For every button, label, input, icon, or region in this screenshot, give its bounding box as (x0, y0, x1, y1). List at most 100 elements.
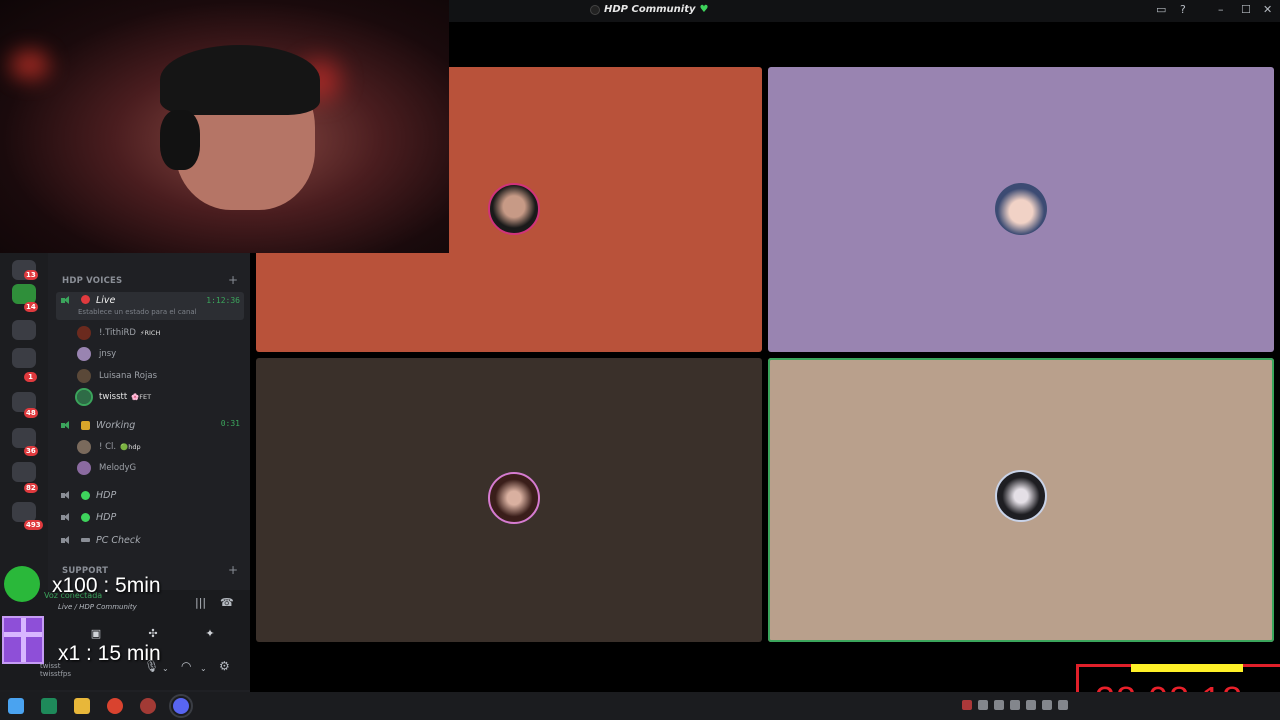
unread-badge: 13 (24, 270, 38, 280)
minimize-button[interactable]: – (1218, 3, 1224, 16)
disconnect-icon[interactable]: ☎ (220, 596, 234, 609)
tray-icon[interactable] (994, 700, 1004, 710)
avatar (488, 183, 540, 235)
category-hdp-voices[interactable]: HDP VOICES (62, 276, 122, 286)
gear-icon[interactable]: ⚙ (219, 659, 230, 673)
speaker-icon (61, 535, 71, 545)
speaker-icon (61, 295, 71, 305)
terminal-icon[interactable] (41, 698, 57, 714)
channel-name: HDP (96, 489, 117, 501)
unread-badge: 14 (24, 302, 38, 312)
voice-member[interactable]: jnsy (77, 345, 116, 363)
channel-status[interactable]: Establece un estado para el canal (78, 308, 197, 316)
channel-name: Working (96, 419, 136, 431)
webcam-overlay (0, 0, 449, 253)
member-tag: ⚡RICH (139, 329, 161, 337)
add-channel-icon[interactable]: + (228, 273, 238, 287)
gift-icon (2, 616, 44, 664)
inbox-icon[interactable]: ▭ (1156, 3, 1166, 16)
unread-badge: 36 (24, 446, 38, 456)
maximize-button[interactable]: ☐ (1241, 3, 1251, 16)
heart-icon: ♥ (699, 4, 709, 15)
avatar (77, 347, 91, 361)
noise-suppression-icon[interactable]: ||| (195, 596, 206, 609)
file-explorer-icon[interactable] (74, 698, 90, 714)
voice-member[interactable]: ! Cl. 🟢hdp (77, 438, 141, 456)
tray-icon[interactable] (1058, 700, 1068, 710)
windows-start-icon[interactable] (8, 698, 24, 714)
avatar (77, 461, 91, 475)
headphones-icon[interactable]: ◠ (181, 659, 191, 673)
red-light (10, 50, 50, 80)
window-title-text: HDP Community (604, 4, 696, 15)
help-icon[interactable]: ? (1180, 3, 1186, 16)
speaker-icon (61, 420, 71, 430)
app-icon[interactable] (140, 698, 156, 714)
voice-channel-link[interactable]: Live / HDP Community (58, 603, 137, 611)
chevron-down-icon[interactable]: ⌄ (162, 664, 169, 673)
unread-badge: 48 (24, 408, 38, 418)
channel-name: PC Check (96, 534, 141, 546)
unread-badge: 1 (24, 372, 37, 382)
channel-working[interactable]: Working 0:31 (56, 416, 244, 434)
server-icon[interactable] (12, 348, 36, 368)
streamer-cap (160, 45, 320, 115)
tray-icon[interactable] (1026, 700, 1036, 710)
speaker-icon (61, 512, 71, 522)
clover-icon (4, 566, 40, 602)
voice-member[interactable]: !.TithiRD ⚡RICH (77, 324, 160, 342)
overlay-rate-1: x100 : 5min (52, 574, 161, 597)
discord-icon[interactable] (169, 694, 193, 718)
soundboard-button[interactable]: ✦ (190, 623, 230, 645)
user-handle: twisstfps (40, 670, 72, 678)
member-tag: 🌸FET (131, 393, 152, 401)
tray-icon[interactable] (1042, 700, 1052, 710)
server-icon[interactable] (12, 284, 36, 304)
add-channel-icon[interactable]: + (228, 563, 238, 577)
voice-member[interactable]: MelodyG (77, 459, 136, 477)
avatar (77, 326, 91, 340)
channel-pc-check[interactable]: PC Check (56, 531, 244, 549)
server-icon (590, 4, 600, 15)
app-window: HDP Community ♥ ▭ ? – ☐ ✕ 13 14 1 48 36 … (0, 0, 1280, 720)
chevron-down-icon[interactable]: ⌄ (200, 664, 207, 673)
channel-live[interactable]: Live 1:12:36 Establece un estado para el… (56, 292, 244, 320)
avatar (995, 183, 1047, 235)
channel-hdp[interactable]: HDP (56, 486, 244, 504)
member-name: jnsy (99, 349, 117, 359)
server-icon[interactable] (12, 462, 36, 482)
tray-icon[interactable] (962, 700, 972, 710)
avatar (77, 369, 91, 383)
participant-tile[interactable] (768, 358, 1274, 642)
speaker-icon (61, 490, 71, 500)
green-heart-icon (81, 490, 90, 500)
tray-icon[interactable] (978, 700, 988, 710)
server-icon[interactable] (12, 428, 36, 448)
server-icon[interactable] (12, 320, 36, 340)
chrome-icon[interactable] (107, 698, 123, 714)
countdown-progress-bar (1131, 664, 1243, 672)
member-name: !.TithiRD (99, 328, 136, 338)
channel-timer: 0:31 (220, 419, 240, 428)
close-button[interactable]: ✕ (1263, 3, 1272, 16)
pc-icon (81, 538, 90, 542)
voice-member[interactable]: twisstt 🌸FET (75, 388, 152, 406)
window-title: HDP Community ♥ (590, 4, 708, 15)
unread-badge: 82 (24, 483, 38, 493)
avatar (77, 440, 91, 454)
participant-tile[interactable] (768, 67, 1274, 352)
member-tag: 🟢hdp (120, 443, 141, 451)
server-icon[interactable] (12, 502, 36, 522)
green-heart-icon (81, 512, 90, 522)
channel-hdp-2[interactable]: HDP (56, 508, 244, 526)
tray-icon[interactable] (1010, 700, 1020, 710)
participant-tile[interactable] (256, 358, 762, 642)
laptop-icon (81, 420, 90, 430)
voice-member[interactable]: Luisana Rojas (77, 367, 157, 385)
red-circle-icon (81, 295, 90, 304)
channel-name: Live (96, 295, 116, 306)
channel-name: HDP (96, 511, 117, 523)
avatar (488, 472, 540, 524)
member-name: ! Cl. (99, 442, 117, 452)
channel-timer: 1:12:36 (206, 296, 240, 305)
